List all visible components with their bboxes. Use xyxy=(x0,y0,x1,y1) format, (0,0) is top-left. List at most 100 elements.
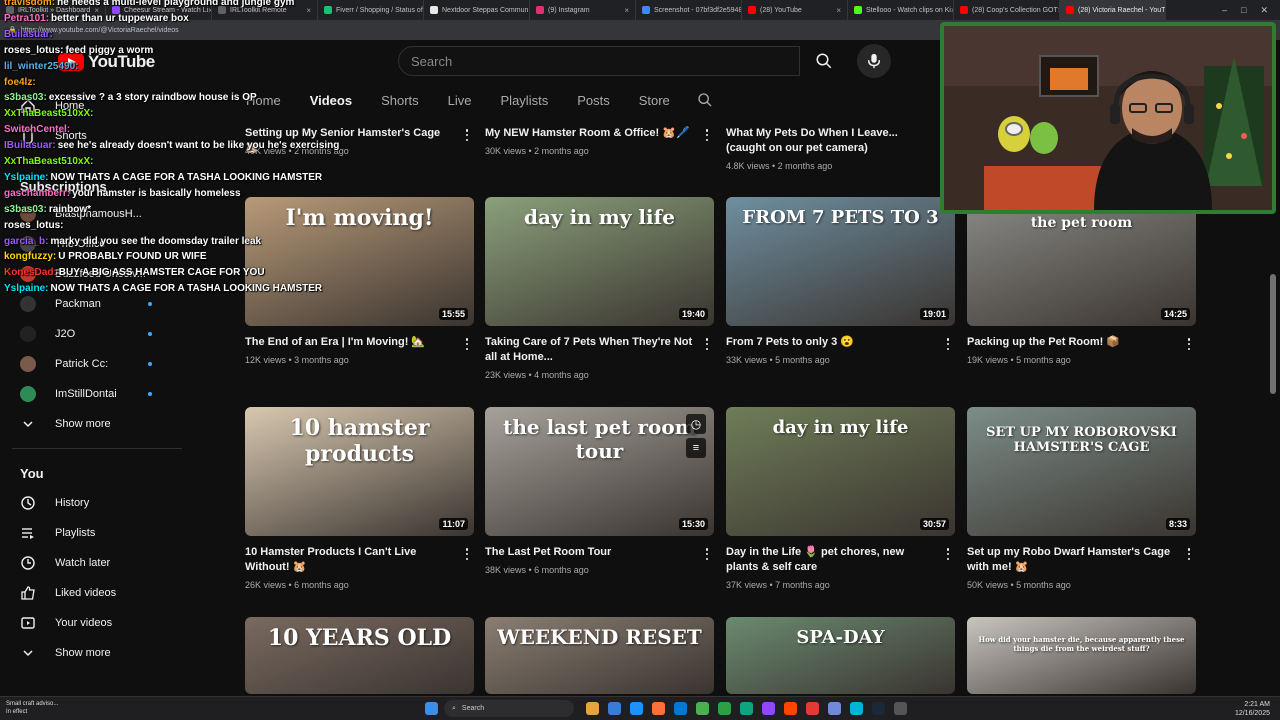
window-close-icon[interactable]: ✕ xyxy=(1260,5,1268,16)
video-thumbnail[interactable]: day in my life 19:40 xyxy=(485,197,714,326)
tab-close-icon[interactable]: × xyxy=(836,6,841,15)
more-options-icon[interactable] xyxy=(1183,336,1195,352)
sidebar-item-label: Playlists xyxy=(55,527,96,539)
more-options-icon[interactable] xyxy=(701,127,713,143)
video-title[interactable]: From 7 Pets to only 3 😮 xyxy=(726,335,936,350)
channel-search-button[interactable] xyxy=(697,88,713,112)
voice-search-button[interactable] xyxy=(857,44,891,78)
tab-close-icon[interactable]: × xyxy=(624,6,629,15)
taskbar-app-icon[interactable] xyxy=(674,702,687,715)
video-thumbnail[interactable]: FROM 7 PETS TO 3 19:01 xyxy=(726,197,955,326)
watch-later-icon[interactable]: ◷ xyxy=(686,414,706,434)
live-indicator-dot xyxy=(148,362,152,366)
video-thumbnail[interactable]: the pet room 14:25 xyxy=(967,197,1196,326)
sidebar-item-subscription[interactable]: J2O xyxy=(20,320,180,348)
browser-tab[interactable]: (9) Instagram × xyxy=(530,0,636,20)
video-thumbnail[interactable]: SET UP MY ROBOROVSKI HAMSTER'S CAGE 8:33 xyxy=(967,407,1196,536)
you-header[interactable]: You xyxy=(20,466,44,481)
video-title[interactable]: Taking Care of 7 Pets When They're Not a… xyxy=(485,335,695,365)
tab-posts[interactable]: Posts xyxy=(577,88,610,112)
tab-store[interactable]: Store xyxy=(639,88,670,112)
more-options-icon[interactable] xyxy=(701,336,713,352)
search-box[interactable] xyxy=(398,46,800,76)
browser-tab[interactable]: Nextdoor Steppas Commun× xyxy=(424,0,530,20)
more-options-icon[interactable] xyxy=(461,336,473,352)
more-options-icon[interactable] xyxy=(461,127,473,143)
tab-shorts[interactable]: Shorts xyxy=(381,88,419,112)
window-maximize-icon[interactable]: □ xyxy=(1241,5,1246,16)
taskbar-app-icon[interactable] xyxy=(828,702,841,715)
more-options-icon[interactable] xyxy=(942,546,954,562)
video-title[interactable]: Packing up the Pet Room! 📦 xyxy=(967,335,1177,350)
taskbar-app-icon[interactable] xyxy=(806,702,819,715)
browser-tab[interactable]: Fiverr / Shopping / Status of× xyxy=(318,0,424,20)
browser-tab[interactable]: (28) Coop's Collection GOT× xyxy=(954,0,1060,20)
tab-live[interactable]: Live xyxy=(448,88,472,112)
sidebar-item-liked[interactable]: Liked videos xyxy=(20,579,180,607)
browser-tab[interactable]: (28) Victoria Raechel - YouT× xyxy=(1060,0,1166,20)
sidebar-item-watch-later[interactable]: Watch later xyxy=(20,549,180,577)
sidebar-item-subscription[interactable]: Patrick Cc: xyxy=(20,350,180,378)
video-meta: 30K views • 2 months ago xyxy=(485,146,589,156)
video-thumbnail[interactable]: SPA-DAY xyxy=(726,617,955,694)
thumbnail-text: WEEKEND RESET xyxy=(497,625,702,649)
taskbar-app-icon[interactable] xyxy=(872,702,885,715)
sidebar-item-playlists[interactable]: Playlists xyxy=(20,519,180,547)
browser-tab[interactable]: (28) YouTube × xyxy=(742,0,848,20)
video-thumbnail[interactable]: How did your hamster die, because appare… xyxy=(967,617,1196,694)
video-title[interactable]: 10 Hamster Products I Can't Live Without… xyxy=(245,545,455,575)
taskbar-app-icon[interactable] xyxy=(762,702,775,715)
more-options-icon[interactable] xyxy=(942,336,954,352)
start-icon[interactable] xyxy=(425,702,438,715)
video-title[interactable]: My NEW Hamster Room & Office! 🐹🖊️ xyxy=(485,126,695,141)
taskbar-app-icon[interactable] xyxy=(652,702,665,715)
search-button[interactable] xyxy=(800,44,848,78)
taskbar-app-icon[interactable] xyxy=(630,702,643,715)
show-more-you[interactable]: Show more xyxy=(20,639,180,667)
taskbar-app-icon[interactable] xyxy=(718,702,731,715)
chat-username: Yslpaine: xyxy=(4,283,49,295)
more-options-icon[interactable] xyxy=(701,546,713,562)
video-title[interactable]: The End of an Era | I'm Moving! 🏡 xyxy=(245,335,455,350)
chat-message: s3bas03: rainbow* xyxy=(4,204,91,215)
video-title[interactable]: What My Pets Do When I Leave... (caught … xyxy=(726,126,936,156)
weather-widget[interactable]: Small craft adviso... In effect xyxy=(6,700,58,716)
search-input[interactable] xyxy=(411,53,799,69)
video-thumbnail[interactable]: 10 hamster products 11:07 xyxy=(245,407,474,536)
sidebar-item-subscription[interactable]: ImStillDontai xyxy=(20,380,180,408)
sidebar-item-your-videos[interactable]: Your videos xyxy=(20,609,180,637)
chat-message: XxThaBeast510xX: xyxy=(4,156,96,167)
taskbar-app-icon[interactable] xyxy=(894,702,907,715)
taskbar-app-icon[interactable] xyxy=(696,702,709,715)
video-thumbnail[interactable]: the last pet room tour 15:30 xyxy=(485,407,714,536)
taskbar-app-icon[interactable] xyxy=(850,702,863,715)
video-title[interactable]: The Last Pet Room Tour xyxy=(485,545,695,560)
windows-taskbar: Small craft adviso... In effect ⌕ Search… xyxy=(0,696,1280,720)
more-options-icon[interactable] xyxy=(1183,546,1195,562)
browser-tab[interactable]: Stellooo - Watch clips on Ki× xyxy=(848,0,954,20)
more-options-icon[interactable] xyxy=(461,546,473,562)
video-title[interactable]: Set up my Robo Dwarf Hamster's Cage with… xyxy=(967,545,1177,575)
video-duration: 30:57 xyxy=(919,518,949,530)
tab-close-icon[interactable]: × xyxy=(1165,6,1166,15)
browser-tab[interactable]: Screenshot - 07bf3df2e5948× xyxy=(636,0,742,20)
video-thumbnail[interactable]: 10 YEARS OLD xyxy=(245,617,474,694)
taskbar-app-icon[interactable] xyxy=(784,702,797,715)
taskbar-search[interactable]: ⌕ Search xyxy=(444,700,574,717)
taskbar-search-label: Search xyxy=(461,705,485,712)
taskbar-clock[interactable]: 2:21 AM 12/16/2025 xyxy=(1235,700,1270,718)
tab-playlists[interactable]: Playlists xyxy=(501,88,549,112)
scrollbar-thumb[interactable] xyxy=(1270,274,1276,394)
sidebar-item-history[interactable]: History xyxy=(20,489,180,517)
window-minimize-icon[interactable]: – xyxy=(1222,5,1227,16)
video-thumbnail[interactable]: WEEKEND RESET xyxy=(485,617,714,694)
taskbar-app-icon[interactable] xyxy=(586,702,599,715)
video-title[interactable]: Day in the Life 🌷 pet chores, new plants… xyxy=(726,545,936,575)
add-to-queue-icon[interactable]: ≡ xyxy=(686,438,706,458)
taskbar-app-icon[interactable] xyxy=(740,702,753,715)
video-thumbnail[interactable]: day in my life 30:57 xyxy=(726,407,955,536)
chat-message: Yslpaine: NOW THATS A CAGE FOR A TASHA LO… xyxy=(4,172,322,183)
show-more-subscriptions[interactable]: Show more xyxy=(20,410,180,438)
tab-favicon-icon xyxy=(854,6,862,14)
taskbar-app-icon[interactable] xyxy=(608,702,621,715)
